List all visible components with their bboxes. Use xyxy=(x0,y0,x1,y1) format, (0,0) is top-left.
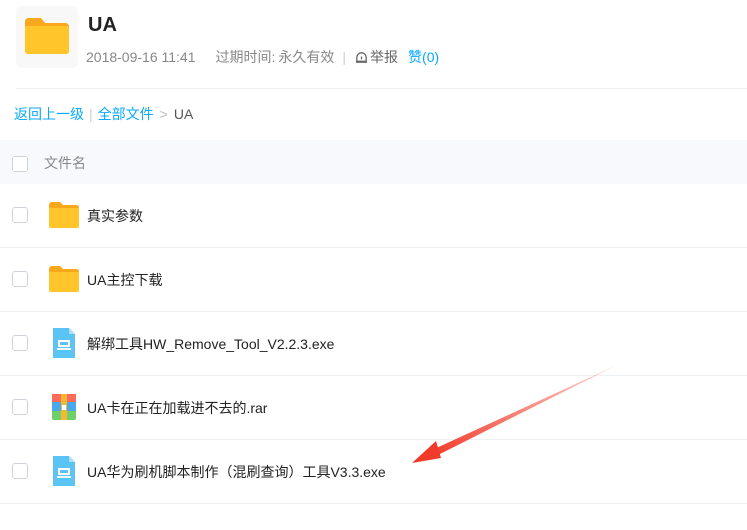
file-name[interactable]: UA卡在正在加载进不去的.rar xyxy=(87,398,267,418)
report-label: 举报 xyxy=(370,49,399,65)
breadcrumb-divider: | xyxy=(89,106,93,122)
table-row[interactable]: UA华为刷机脚本制作（混刷查询）工具V3.3.exe xyxy=(0,440,747,504)
table-row[interactable]: UA主控下载 xyxy=(0,248,747,312)
share-meta: 2018-09-16 11:41 过期时间: 永久有效 | 举报 赞(0) xyxy=(86,47,439,67)
report-icon xyxy=(355,51,368,63)
row-checkbox[interactable] xyxy=(12,335,28,351)
like-button[interactable]: 赞(0) xyxy=(408,47,439,67)
breadcrumb: 返回上一级 | 全部文件 > UA xyxy=(14,104,193,124)
header-divider xyxy=(16,88,747,89)
folder-icon xyxy=(49,266,79,292)
table-row[interactable]: UA卡在正在加载进不去的.rar xyxy=(0,376,747,440)
exe-file-icon xyxy=(53,328,75,358)
meta-divider: | xyxy=(342,49,347,65)
row-checkbox[interactable] xyxy=(12,399,28,415)
folder-icon xyxy=(49,202,79,228)
file-name[interactable]: 解绑工具HW_Remove_Tool_V2.2.3.exe xyxy=(87,334,334,354)
row-checkbox[interactable] xyxy=(12,207,28,223)
file-name[interactable]: UA主控下载 xyxy=(87,270,162,290)
column-filename[interactable]: 文件名 xyxy=(44,153,86,173)
expire-value: 永久有效 xyxy=(278,49,335,65)
share-header: UA 2018-09-16 11:41 过期时间: 永久有效 | 举报 赞(0) xyxy=(16,6,747,78)
folder-icon xyxy=(16,6,78,68)
file-name[interactable]: 真实参数 xyxy=(87,206,143,226)
back-link[interactable]: 返回上一级 xyxy=(14,104,84,124)
row-checkbox[interactable] xyxy=(12,463,28,479)
breadcrumb-current: UA xyxy=(173,106,194,122)
table-row[interactable]: 解绑工具HW_Remove_Tool_V2.2.3.exe xyxy=(0,312,747,376)
breadcrumb-separator: > xyxy=(159,106,168,122)
report-button[interactable]: 举报 xyxy=(354,47,398,67)
page-title: UA xyxy=(88,14,117,36)
share-date: 2018-09-16 11:41 xyxy=(86,49,196,65)
all-files-link[interactable]: 全部文件 xyxy=(98,104,154,124)
expire-label: 过期时间: xyxy=(215,49,276,65)
archive-file-icon xyxy=(52,394,76,420)
exe-file-icon xyxy=(53,456,75,486)
table-row[interactable]: 真实参数 xyxy=(0,184,747,248)
file-name[interactable]: UA华为刷机脚本制作（混刷查询）工具V3.3.exe xyxy=(87,462,386,482)
row-checkbox[interactable] xyxy=(12,271,28,287)
file-table-header: 文件名 xyxy=(0,140,747,184)
select-all-checkbox[interactable] xyxy=(12,156,28,172)
